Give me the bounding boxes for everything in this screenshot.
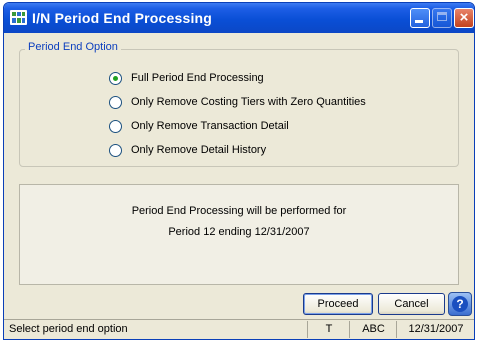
- info-line-1: Period End Processing will be performed …: [131, 205, 347, 217]
- cancel-button[interactable]: Cancel: [378, 293, 445, 315]
- info-line-2: Period 12 ending 12/31/2007: [168, 226, 310, 238]
- period-end-option-legend: Period End Option: [25, 41, 121, 53]
- status-bar: Select period end option T ABC 12/31/200…: [4, 319, 474, 339]
- period-end-dialog: I/N Period End Processing × Period End O…: [3, 2, 475, 340]
- proceed-button[interactable]: Proceed: [303, 293, 373, 315]
- status-date: 12/31/2007: [396, 321, 474, 338]
- option-label[interactable]: Only Remove Detail History: [131, 144, 266, 157]
- radio-dot: [113, 76, 118, 81]
- minimize-button[interactable]: [410, 8, 430, 28]
- minimize-icon: [415, 20, 423, 23]
- window-title: I/N Period End Processing: [32, 10, 213, 26]
- maximize-button[interactable]: [432, 8, 452, 28]
- status-company: ABC: [349, 321, 397, 338]
- radio-button[interactable]: [109, 120, 122, 133]
- status-indicator: T: [307, 321, 350, 338]
- option-label[interactable]: Only Remove Transaction Detail: [131, 120, 289, 133]
- maximize-icon: [437, 12, 447, 21]
- option-label[interactable]: Only Remove Costing Tiers with Zero Quan…: [131, 96, 366, 109]
- close-icon: ×: [459, 9, 469, 26]
- radio-button[interactable]: [109, 96, 122, 109]
- radio-button[interactable]: [109, 144, 122, 157]
- app-icon: [10, 10, 27, 25]
- title-bar[interactable]: I/N Period End Processing ×: [4, 3, 474, 33]
- radio-button-selected[interactable]: [109, 72, 122, 85]
- status-message: Select period end option: [9, 323, 128, 335]
- help-button[interactable]: ?: [448, 292, 472, 316]
- close-button[interactable]: ×: [454, 8, 474, 28]
- option-label[interactable]: Full Period End Processing: [131, 72, 264, 85]
- help-icon: ?: [452, 296, 468, 312]
